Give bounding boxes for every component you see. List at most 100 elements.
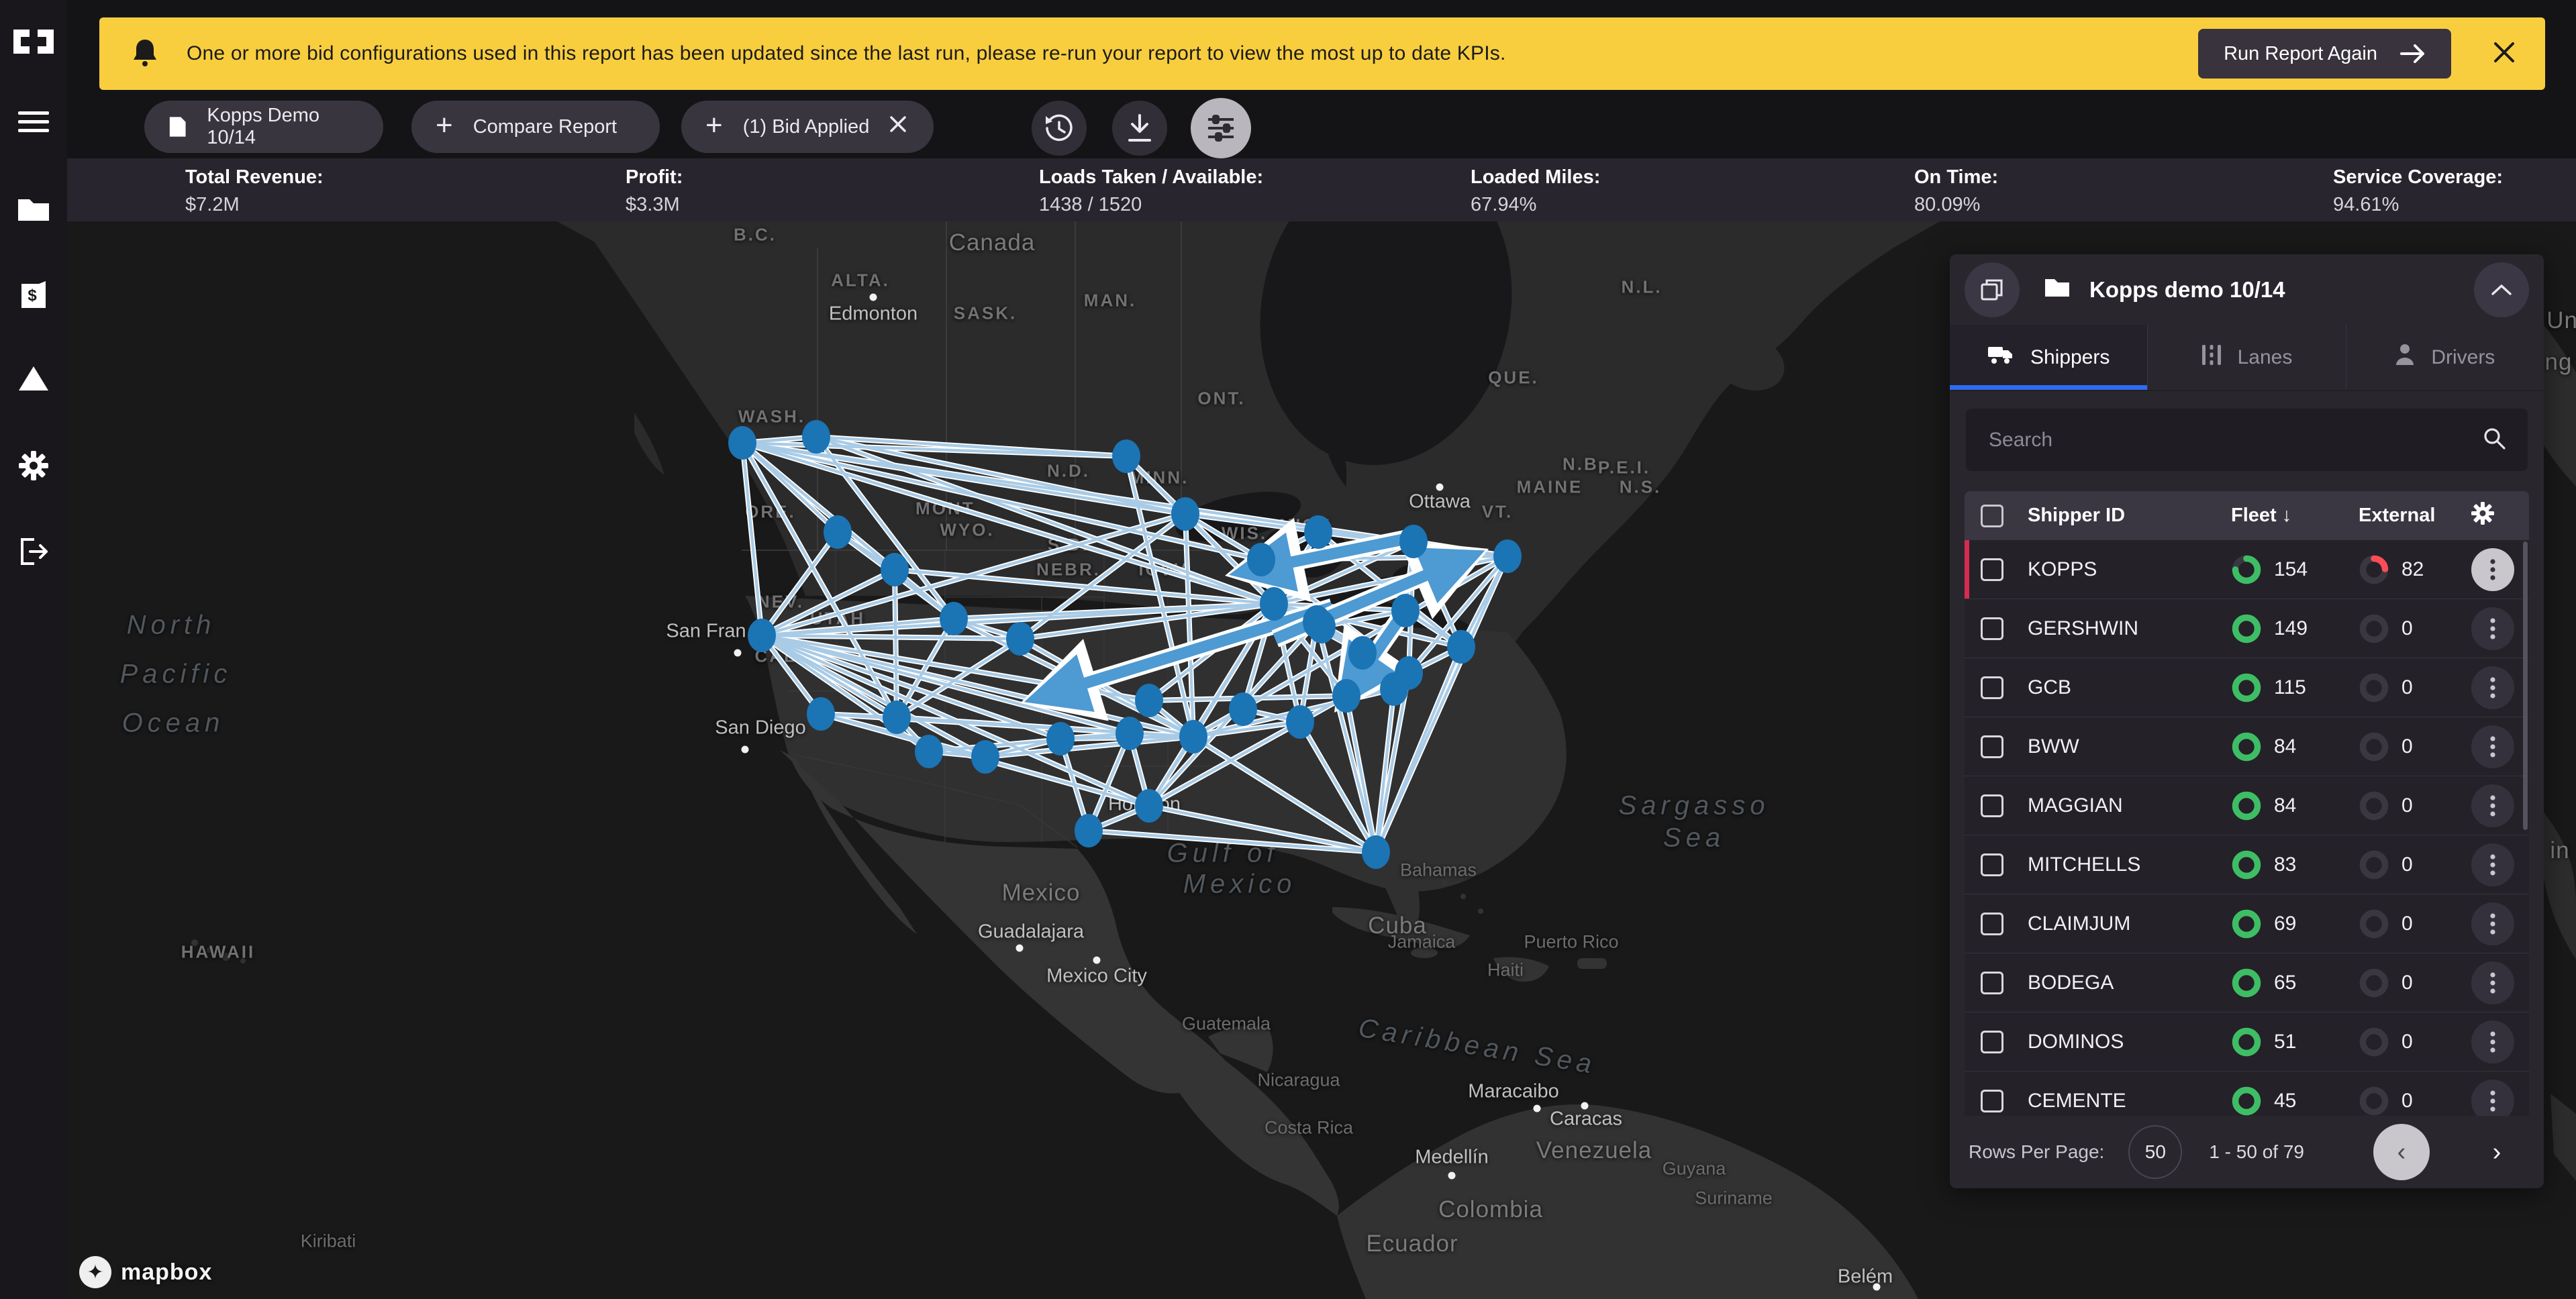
external-value: 0 — [2401, 617, 2413, 640]
shipper-id: DOMINOS — [2028, 1031, 2231, 1053]
column-external[interactable]: External — [2359, 505, 2471, 527]
progress-ring — [2359, 672, 2389, 703]
search-input[interactable] — [1966, 429, 2482, 452]
tab-shippers[interactable]: Shippers — [1950, 325, 2148, 390]
row-checkbox[interactable] — [1981, 735, 2003, 758]
row-menu-kebab-icon[interactable] — [2471, 548, 2514, 591]
kpi-label: Loads Taken / Available: — [1039, 166, 1263, 189]
progress-ring — [2359, 849, 2389, 880]
run-report-again-button[interactable]: Run Report Again — [2198, 29, 2451, 79]
next-page-button[interactable]: › — [2469, 1124, 2525, 1180]
tab-label: Shippers — [2030, 346, 2110, 369]
select-all-checkbox[interactable] — [1981, 505, 2003, 527]
city-dot — [1873, 1284, 1881, 1291]
external-value: 0 — [2401, 913, 2413, 935]
map-label: CALIF. — [755, 646, 822, 667]
row-menu-kebab-icon[interactable] — [2471, 1021, 2514, 1063]
map-label: Puerto Rico — [1524, 932, 1618, 953]
bid-document-icon[interactable]: $ — [0, 264, 67, 326]
kpi-4: Loaded Miles:67.94% — [1471, 166, 1600, 216]
map-label: NEBR. — [1036, 560, 1101, 580]
table-row-dominos[interactable]: DOMINOS510 — [1965, 1012, 2529, 1072]
row-checkbox[interactable] — [1981, 617, 2003, 640]
banner-close-icon[interactable] — [2493, 41, 2516, 67]
column-settings-gear-icon[interactable] — [2471, 502, 2518, 530]
table-rows-viewport[interactable]: KOPPS15482GERSHWIN1490GCB1150BWW840MAGGI… — [1965, 540, 2529, 1116]
collapse-panel-button[interactable] — [2474, 262, 2529, 317]
progress-ring — [2231, 1086, 2262, 1116]
row-checkbox[interactable] — [1981, 676, 2003, 699]
kpi-5: On Time:80.09% — [1914, 166, 1998, 216]
lanes-icon — [2201, 344, 2222, 372]
remove-bid-icon[interactable] — [889, 115, 907, 138]
history-icon[interactable] — [1032, 101, 1087, 156]
external-value: 0 — [2401, 676, 2413, 699]
row-menu-kebab-icon[interactable] — [2471, 725, 2514, 768]
row-menu-kebab-icon[interactable] — [2471, 843, 2514, 886]
table-row-gershwin[interactable]: GERSHWIN1490 — [1965, 599, 2529, 658]
row-menu-kebab-icon[interactable] — [2471, 1080, 2514, 1116]
search-icon[interactable] — [2482, 426, 2506, 454]
row-checkbox[interactable] — [1981, 794, 2003, 817]
map-label: Venezuela — [1536, 1137, 1652, 1164]
tab-lanes[interactable]: Lanes — [2148, 325, 2346, 390]
menu-icon[interactable] — [0, 91, 67, 153]
kpi-6: Service Coverage:94.61% — [2333, 166, 2503, 216]
row-menu-kebab-icon[interactable] — [2471, 666, 2514, 709]
row-menu-kebab-icon[interactable] — [2471, 962, 2514, 1004]
external-value: 82 — [2401, 558, 2424, 581]
table-row-claimjum[interactable]: CLAIMJUM690 — [1965, 894, 2529, 953]
row-checkbox[interactable] — [1981, 913, 2003, 935]
bid-applied-chip[interactable]: + (1) Bid Applied — [681, 101, 934, 153]
folder-icon[interactable] — [0, 178, 67, 240]
bid-applied-label: (1) Bid Applied — [743, 116, 870, 138]
row-menu-kebab-icon[interactable] — [2471, 784, 2514, 827]
table-row-cemente[interactable]: CEMENTE450 — [1965, 1072, 2529, 1116]
rows-per-page-select[interactable]: 50 — [2128, 1125, 2182, 1179]
shipper-id: GERSHWIN — [2028, 617, 2231, 640]
map-label: Suriname — [1695, 1188, 1773, 1209]
fleet-cell: 84 — [2231, 731, 2359, 762]
row-checkbox[interactable] — [1981, 853, 2003, 876]
map-label: Gulf of — [1167, 839, 1279, 869]
table-row-maggian[interactable]: MAGGIAN840 — [1965, 776, 2529, 835]
table-row-gcb[interactable]: GCB1150 — [1965, 658, 2529, 717]
row-checkbox[interactable] — [1981, 1090, 2003, 1112]
external-cell: 0 — [2359, 672, 2471, 703]
row-menu-kebab-icon[interactable] — [2471, 607, 2514, 650]
fleet-value: 51 — [2274, 1031, 2296, 1053]
table-row-mitchells[interactable]: MITCHELLS830 — [1965, 835, 2529, 894]
table-scrollbar[interactable] — [2523, 541, 2528, 830]
tab-drivers[interactable]: Drivers — [2346, 325, 2544, 390]
external-cell: 0 — [2359, 731, 2471, 762]
compare-report-chip[interactable]: + Compare Report — [411, 101, 660, 153]
progress-ring — [2359, 613, 2389, 644]
table-row-bww[interactable]: BWW840 — [1965, 717, 2529, 776]
mapbox-attribution[interactable]: ✦ mapbox — [79, 1256, 212, 1288]
settings-gear-icon[interactable] — [0, 435, 67, 497]
duplicate-report-icon[interactable] — [1965, 262, 2020, 317]
run-play-icon[interactable] — [0, 348, 67, 409]
table-row-bodega[interactable]: BODEGA650 — [1965, 953, 2529, 1012]
city-dot — [742, 746, 749, 754]
download-icon[interactable] — [1112, 101, 1167, 156]
row-checkbox[interactable] — [1981, 972, 2003, 994]
row-checkbox[interactable] — [1981, 1031, 2003, 1053]
report-chip-label: Kopps Demo 10/14 — [207, 105, 359, 149]
tab-label: Lanes — [2238, 346, 2293, 369]
progress-ring — [2231, 790, 2262, 821]
prev-page-button[interactable]: ‹ — [2373, 1124, 2430, 1180]
map-label: Mexico City — [1046, 966, 1147, 988]
row-checkbox[interactable] — [1981, 558, 2003, 581]
shipper-id: BWW — [2028, 735, 2231, 758]
report-chip[interactable]: Kopps Demo 10/14 — [144, 101, 383, 153]
map-label: Maracaibo — [1468, 1081, 1558, 1103]
logout-icon[interactable] — [0, 521, 67, 582]
filter-sliders-icon[interactable] — [1191, 98, 1251, 158]
column-fleet[interactable]: Fleet ↓ — [2231, 505, 2359, 527]
table-row-kopps[interactable]: KOPPS15482 — [1965, 540, 2529, 599]
fleet-value: 65 — [2274, 972, 2296, 994]
row-menu-kebab-icon[interactable] — [2471, 902, 2514, 945]
map-label: N.S. — [1620, 477, 1662, 498]
map-label: WIS. — [1222, 523, 1267, 544]
